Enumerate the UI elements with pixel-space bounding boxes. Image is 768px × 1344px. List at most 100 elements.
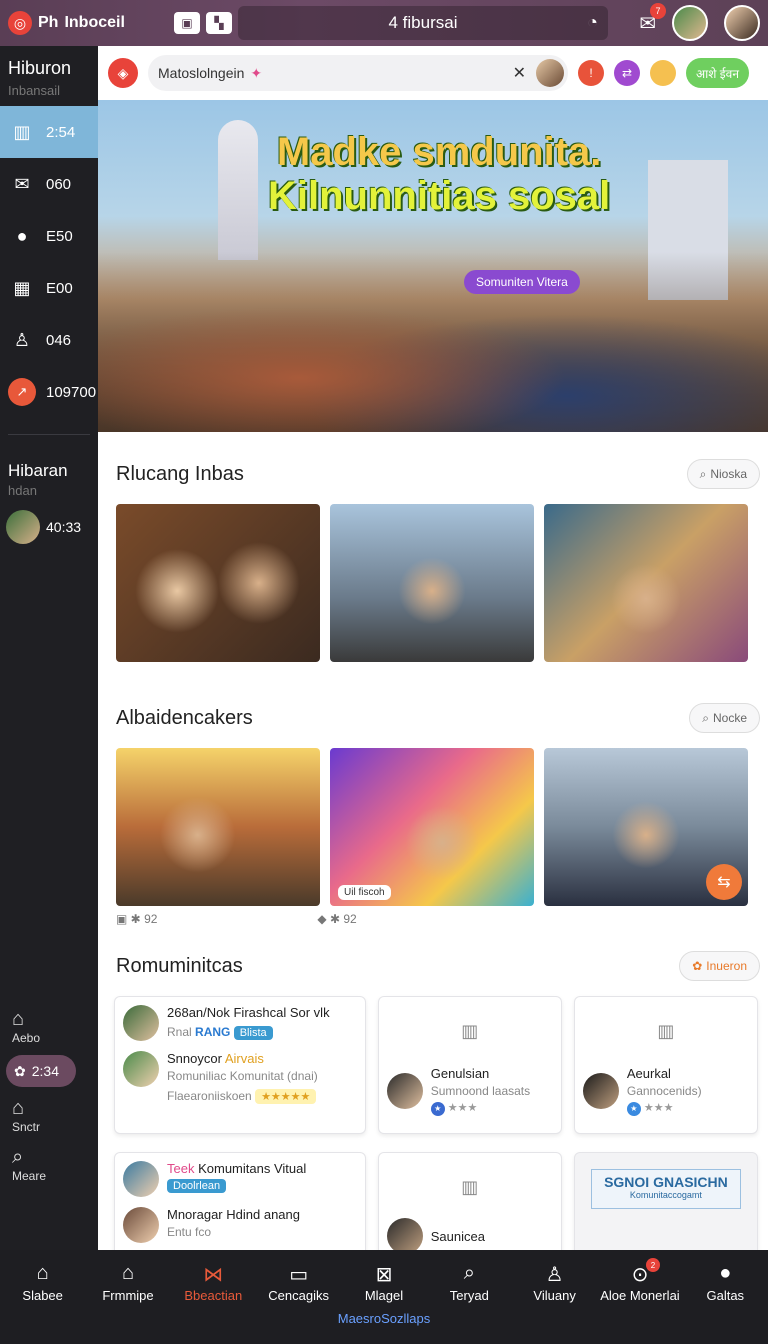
nav-label: Teryad — [449, 1288, 489, 1303]
card-sub: Entu fco — [167, 1225, 212, 1239]
photo-card[interactable] — [330, 504, 534, 662]
rank-icon: ★ — [430, 1102, 445, 1116]
home-icon: ⌂ — [36, 1262, 49, 1284]
brand-logo-icon: ◎ — [8, 11, 32, 35]
nav-mlagel[interactable]: ⊠ Mlagel — [342, 1262, 426, 1303]
top-title-box[interactable]: 4 fibursai ◔ — [238, 6, 608, 40]
timer-icon[interactable]: ◔ — [587, 12, 598, 33]
nav-galtas[interactable]: ● Galtas — [683, 1262, 767, 1303]
sidebar-title: Hiburon — [8, 58, 72, 78]
section-romuminit: Romuminitcas ✿ Inueron 268an/Nok Firashc… — [98, 946, 768, 1250]
status-dot-icon[interactable] — [650, 60, 676, 86]
sidebar-item-store[interactable]: ▥ 2:54 — [0, 106, 98, 158]
sidebar-bottom-label: Snctr — [12, 1120, 41, 1134]
butterfly-icon: ⋈ — [203, 1264, 224, 1286]
sidebar-bottom-search[interactable]: ⌕ Meare — [0, 1140, 98, 1189]
nav-label: Galtas — [706, 1288, 745, 1303]
sidebar-item-mail[interactable]: ✉ 060 — [0, 158, 98, 210]
section-title: Romuminitcas — [116, 954, 243, 977]
sidebar-bottom-house[interactable]: ⌂ Snctr — [0, 1091, 98, 1140]
sidebar-item-trend[interactable]: ↗ 109700 — [0, 366, 98, 418]
nav-aloe-monerlai[interactable]: ⊙ 2 Aloe Monerlai — [598, 1258, 682, 1303]
count-value: 92 — [144, 912, 158, 926]
community-card[interactable]: Teek Komumitans Vitual Doolrlean Mnoraga… — [114, 1152, 366, 1250]
plant-icon: ✿ — [692, 959, 703, 973]
community-card[interactable]: 268an/Nok Firashcal Sor vlk Rnal RANG Bl… — [114, 996, 366, 1134]
sidebar-item-building[interactable]: ▦ E00 — [0, 262, 98, 314]
join-button[interactable]: आशे ईवन — [686, 58, 749, 88]
nav-bbeactian[interactable]: ⋈ Bbeactian — [171, 1262, 255, 1303]
nav-badge: 2 — [645, 1258, 660, 1272]
sidebar-item-label: 046 — [46, 331, 72, 349]
card-sub: Gannocenids) — [626, 1084, 702, 1098]
section-rlucang: Rlucang Inbas ⌕ Nioska — [98, 454, 768, 662]
sidebar-user[interactable]: 40:33 — [0, 502, 98, 552]
app-logo-icon[interactable]: ◈ — [108, 58, 138, 88]
search-icon: ⌕ — [702, 710, 709, 725]
search-icon: ⌕ — [699, 466, 707, 481]
card-title: 268an/Nok Firashcal Sor vlk — [167, 1005, 330, 1020]
search-icon: ⌕ — [12, 1146, 24, 1168]
sidebar-item-label: 060 — [46, 175, 72, 193]
card-title: Komumitans Vitual — [198, 1161, 307, 1176]
community-card[interactable]: ▥ Genulsian Sumnoond laasats ★ ★★★ — [377, 996, 562, 1134]
sidebar: Hiburon Inbansail ▥ 2:54 ✉ 060 ● E50 ▦ E… — [0, 46, 98, 1250]
community-card[interactable]: ▥ Aeurkal Gannocenids) ★ ★★★ — [573, 996, 758, 1134]
bottom-footer[interactable]: MaesroSozllaps — [0, 1311, 768, 1326]
photo-card[interactable]: Uil fiscoh — [330, 748, 534, 906]
share-icon[interactable]: ⇆ — [706, 864, 742, 900]
nav-slabee[interactable]: ⌂ Slabee — [1, 1262, 85, 1303]
sidebar-user-label: 40:33 — [46, 519, 82, 535]
card-title: Aeurkal — [626, 1066, 671, 1081]
card-sub: Flaearoniiskoen — [167, 1089, 252, 1103]
avatar — [386, 1073, 423, 1109]
nav-frmmipe[interactable]: ⌂ Frmmipe — [86, 1262, 170, 1303]
sidebar-item-person[interactable]: ♙ 046 — [0, 314, 98, 366]
community-card[interactable]: SGNOI GNASICHN Komunitaccogamt — [573, 1152, 758, 1250]
section-search-button[interactable]: ⌕ Nioska — [686, 459, 760, 489]
house-icon: ⌂ — [121, 1262, 135, 1284]
hero-chip[interactable]: Somuniten Vitera — [464, 270, 580, 294]
search-input[interactable]: Matoslolngein ✦ ✕ — [148, 55, 568, 91]
avatar[interactable] — [536, 59, 564, 87]
close-icon[interactable]: ✕ — [513, 63, 526, 83]
photo-card[interactable]: ⇆ — [544, 748, 748, 906]
section-more-button[interactable]: ✿ Inueron — [679, 951, 760, 981]
avatar — [123, 1207, 159, 1243]
sidebar-item-label: 109700 — [46, 383, 97, 401]
view-count: ◆ ✱ 92 — [317, 912, 357, 926]
avatar-user[interactable] — [724, 5, 760, 41]
card-sub: Sumnoond laasats — [430, 1084, 531, 1098]
house-icon: ⌂ — [12, 1097, 25, 1119]
sidebar-bottom-pill[interactable]: ✿ 2:34 — [6, 1055, 76, 1087]
section-search-button[interactable]: ⌕ Nocke — [689, 703, 760, 733]
mail-icon[interactable]: ✉ 7 — [639, 2, 666, 36]
nav-teryad[interactable]: ⌕ Teryad — [427, 1262, 511, 1303]
mail-icon: ✉ — [14, 173, 30, 194]
nav-label: Aloe Monerlai — [600, 1288, 680, 1303]
rank-icon: ★ — [626, 1102, 641, 1116]
nav-viluany[interactable]: ♙ Viluany — [513, 1262, 597, 1303]
rating-stars: ★★★★★ — [255, 1089, 317, 1104]
alert-icon[interactable]: ! — [578, 60, 604, 86]
photo-card[interactable] — [116, 504, 320, 662]
photo-card[interactable] — [116, 748, 320, 906]
person-icon: ♙ — [545, 1264, 564, 1286]
hero-banner[interactable]: Madke smdunita. Kilnunnitias sosal Somun… — [98, 100, 768, 432]
community-card[interactable]: ▥ Saunicea — [377, 1152, 562, 1250]
chat-icon[interactable]: ▚ — [206, 12, 232, 34]
shuffle-icon[interactable]: ⇄ — [614, 60, 640, 86]
camera-icon[interactable]: ▣ — [174, 12, 200, 34]
avatar-friend[interactable] — [672, 5, 708, 41]
photo-card[interactable] — [544, 504, 748, 662]
close-box-icon: ⊠ — [375, 1264, 393, 1286]
nav-cencagiks[interactable]: ▭ Cencagiks — [257, 1262, 341, 1303]
brand[interactable]: ◎ Ph Inboceil — [8, 11, 168, 35]
sidebar-item-user[interactable]: ● E50 — [0, 210, 98, 262]
main-content: ◈ Matoslolngein ✦ ✕ ! ⇄ आशे ईवन Madke sm… — [98, 46, 768, 1250]
sidebar-item-label: E00 — [46, 279, 73, 297]
promo-banner[interactable]: SGNOI GNASICHN Komunitaccogamt — [590, 1169, 741, 1209]
sidebar-bottom-home[interactable]: ⌂ Aebo — [0, 1002, 98, 1051]
user-icon: ● — [719, 1262, 732, 1284]
user-icon: ● — [16, 225, 28, 246]
